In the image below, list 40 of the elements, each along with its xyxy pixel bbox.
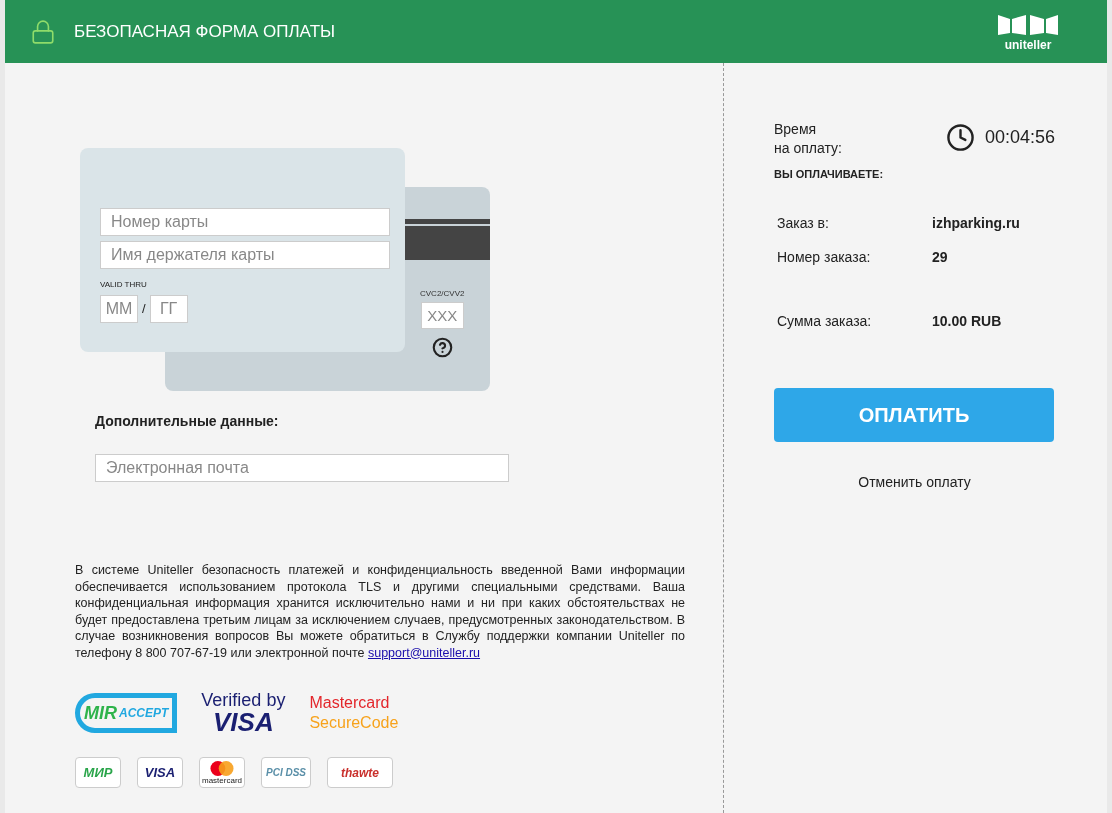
cancel-link[interactable]: Отменить оплату <box>858 471 971 493</box>
year-field[interactable]: ГГ <box>149 295 188 323</box>
logo-text: MIR <box>84 704 117 722</box>
cardholder-field[interactable]: Имя держателя карты <box>100 241 390 269</box>
order-value: izhparking.ru <box>932 213 1020 233</box>
timer-value: 00:04:56 <box>984 126 1055 149</box>
order-value: 29 <box>932 247 948 267</box>
logo-text: SecureCode <box>309 713 399 733</box>
logo-mark-icon <box>996 12 1060 37</box>
month-field[interactable]: ММ <box>100 295 138 323</box>
card-number-field[interactable]: Номер карты <box>100 208 390 236</box>
order-label: Номер заказа: <box>777 247 872 267</box>
logo-text: VISA <box>213 709 274 735</box>
valid-thru-label: VALID THRU <box>100 281 148 289</box>
date-separator: / <box>142 300 146 319</box>
logo-text: ACCEPT <box>119 707 169 719</box>
cvc-field[interactable]: XXX <box>420 302 464 329</box>
payment-badge: VISA <box>137 757 183 788</box>
logo-text: Verified by <box>201 691 286 709</box>
email-field[interactable]: Электронная почта <box>95 454 509 482</box>
clock-icon <box>945 123 975 152</box>
logo-text: uniteller <box>1004 38 1052 51</box>
summary-title: ВЫ ОПЛАЧИВАЕТЕ: <box>774 167 885 182</box>
security-notice: В системе Uniteller безопасность платежей и конфиденциальность введенной Вами информации обеспечивается использованием протокола TLS и другими специальными средствами. Ваша конфиденциальная информация хранится исключительно нами и ни при каких обстоятельствах не будет предоставлена третьим лицам за исключением случаев, предусмотренных законодательством. В случае возникновения вопросов Вы можете обратиться в Службу поддержки компании Uniteller по телефону 8 800 707-67-19 или электронной почте support@uniteller.ru <box>75 562 685 661</box>
order-label: Заказ в: <box>777 213 830 233</box>
circles-icon <box>208 760 236 777</box>
logo-text: Mastercard <box>309 693 391 713</box>
payment-badge: PCI DSS <box>261 757 311 788</box>
page-title: БЕЗОПАСНАЯ ФОРМА ОПЛАТЫ <box>74 20 336 43</box>
lock-icon <box>30 18 56 45</box>
payment-badge: thawte <box>327 757 393 788</box>
help-icon[interactable] <box>431 337 453 358</box>
timer-label: Время на оплату: <box>774 120 842 158</box>
section-title: Дополнительные данные: <box>95 412 280 431</box>
cvc-label: CVC2/CVV2 <box>420 288 465 300</box>
badge-text: mastercard <box>202 777 242 785</box>
payment-badge: МИР <box>75 757 121 788</box>
support-email-link[interactable]: support@uniteller.ru <box>367 645 481 660</box>
order-label: Сумма заказа: <box>777 311 873 331</box>
order-value: 10.00 RUB <box>932 311 1002 331</box>
